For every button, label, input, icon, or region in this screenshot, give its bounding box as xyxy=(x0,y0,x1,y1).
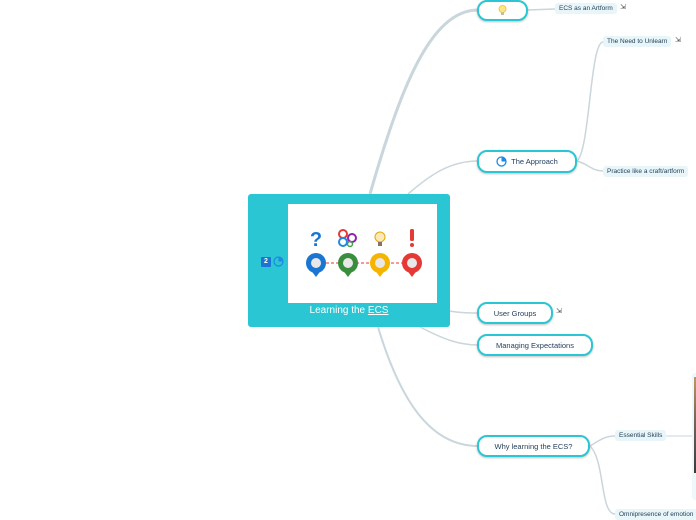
link-icon[interactable]: ⇲ xyxy=(556,307,562,315)
link-why-omni xyxy=(589,445,616,515)
root-badges: 2 xyxy=(261,256,284,267)
gears-icon xyxy=(338,229,357,248)
leaf-practice-craft[interactable]: Practice like a craft/artform xyxy=(603,166,689,177)
leaf-essential-skills[interactable]: Essential Skills xyxy=(615,430,667,441)
link-idea-artform xyxy=(526,8,556,11)
branch-label: Managing Expectations xyxy=(496,340,574,350)
link-icon[interactable]: ⇲ xyxy=(675,36,681,44)
link-root-approach xyxy=(407,160,479,195)
branch-user-groups[interactable]: User Groups xyxy=(477,302,553,324)
pin-blue xyxy=(306,253,326,277)
link-root-why xyxy=(377,326,479,447)
branch-label: User Groups xyxy=(493,308,537,318)
leaf-need-to-unlearn[interactable]: The Need to Unlearn xyxy=(603,36,672,47)
count-badge[interactable]: 2 xyxy=(261,256,271,267)
link-approach-practice xyxy=(576,160,604,172)
lightbulb-icon xyxy=(374,231,386,246)
pin-yellow xyxy=(370,253,390,277)
question-mark-icon: ? xyxy=(310,229,322,251)
lightbulb-icon xyxy=(498,5,507,15)
link-approach-unlearn xyxy=(576,41,604,162)
progress-clock-icon xyxy=(273,256,284,267)
progress-clock-icon xyxy=(496,156,507,167)
link-icon[interactable]: ⇲ xyxy=(620,3,626,11)
branch-idea[interactable] xyxy=(477,0,528,21)
link-root-expectations xyxy=(419,326,479,346)
branch-the-approach[interactable]: The Approach xyxy=(477,150,577,173)
pin-red xyxy=(402,253,422,277)
pin-green xyxy=(338,253,358,277)
link-why-skills xyxy=(589,435,616,447)
root-image: ? xyxy=(288,204,437,303)
leaf-ecs-artform[interactable]: ECS as an Artform xyxy=(555,3,617,14)
exclamation-icon xyxy=(410,229,414,247)
link-root-idea xyxy=(368,8,479,195)
branch-label: The Approach xyxy=(511,157,558,166)
leaf-omnipresence-emotion[interactable]: Omnipresence of emotion xyxy=(615,509,696,520)
ecs-link[interactable]: ECS xyxy=(368,305,389,316)
branch-label: Why learning the ECS? xyxy=(494,441,573,451)
image-node[interactable] xyxy=(692,373,696,500)
branch-why-learning[interactable]: Why learning the ECS? xyxy=(477,435,590,457)
root-title: Learning the ECS xyxy=(309,305,389,316)
branch-managing-expectations[interactable]: Managing Expectations xyxy=(477,334,593,356)
link-root-usergroups xyxy=(449,310,479,314)
